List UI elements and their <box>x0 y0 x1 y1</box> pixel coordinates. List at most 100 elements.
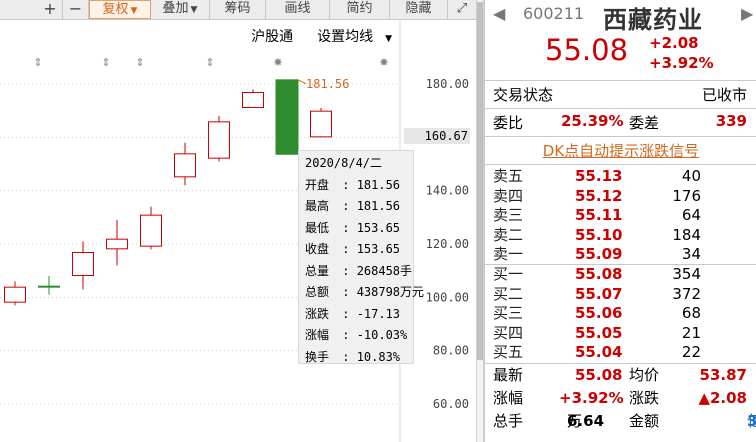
bid-row[interactable]: 买二 55.07 372 <box>485 285 756 304</box>
event-marker-icon: ⇕ <box>33 56 42 69</box>
tooltip-key: 收盘 <box>305 242 330 256</box>
book-price: 55.04 <box>575 343 623 361</box>
y-tick-label: 140.00 <box>426 184 469 198</box>
candle-body <box>174 153 196 178</box>
book-level-label: 买五 <box>493 343 524 361</box>
y-tick-label: 60.00 <box>433 397 469 411</box>
weicha-label: 委差 <box>629 114 660 132</box>
overlay-dropdown[interactable]: 叠加 ▼ <box>151 0 210 19</box>
price-change: +2.08 <box>649 34 699 52</box>
candle-body <box>106 238 128 250</box>
book-level-label: 买三 <box>493 304 524 322</box>
tooltip-sep: : <box>335 349 357 364</box>
tooltip-key: 最低 <box>305 220 330 235</box>
ma-setting-label: 设置均线 <box>317 29 374 45</box>
chart-subbar: 沪股通 设置均线 ▼ <box>239 26 392 46</box>
ma-setting-dropdown[interactable]: 设置均线 ▼ <box>305 29 392 45</box>
book-volume: 22 <box>681 343 701 361</box>
tooltip-key: 涨跌 <box>305 306 330 321</box>
bid-row[interactable]: 买四 55.05 21 <box>485 324 756 343</box>
book-volume: 64 <box>681 206 701 224</box>
tooltip-sep: : <box>335 220 357 235</box>
book-volume: 21 <box>681 323 701 342</box>
trade-status-label: 交易状态 <box>493 86 554 104</box>
weibi-value: 25.39% <box>561 112 624 130</box>
candle-body <box>242 92 264 108</box>
book-price: 55.13 <box>575 167 623 185</box>
tooltip-sep: : <box>335 263 357 278</box>
latest-value: 55.08 <box>575 366 623 384</box>
caret-down-icon: ▼ <box>385 34 392 44</box>
tooltip-row: 涨幅 : -10.03% <box>305 325 407 347</box>
candle-body <box>140 214 162 247</box>
next-stock-icon[interactable]: ▶ <box>741 4 753 23</box>
weibi-row: 委比 25.39% 委差 339 <box>485 112 756 134</box>
y-tick-label: 80.00 <box>433 344 469 358</box>
drawline-button[interactable]: 画线 <box>266 0 330 19</box>
book-volume: 184 <box>672 225 701 244</box>
prev-stock-icon[interactable]: ◀ <box>493 4 505 23</box>
tooltip-key: 换手 <box>305 349 330 364</box>
chart-scrollbar[interactable] <box>476 0 484 442</box>
tooltip-sep: : <box>335 199 357 213</box>
ask-row[interactable]: 卖五 55.13 40 <box>485 167 756 186</box>
stock-name: 西藏药业 <box>603 6 703 34</box>
tooltip-value: -17.13 <box>356 306 401 321</box>
event-marker-icon: ⇕ <box>205 56 214 69</box>
avg-value: 53.87 <box>699 366 747 384</box>
scrollbar-thumb[interactable] <box>477 2 483 360</box>
book-price: 55.08 <box>575 265 623 283</box>
caret-down-icon: ▼ <box>130 6 138 16</box>
ask-row[interactable]: 卖三 55.11 64 <box>485 206 756 225</box>
quote-header: ◀ 600211 西藏药业 ▶ 55.08 +2.08 +3.92% <box>485 0 756 80</box>
kline-chart-area[interactable]: 180.00 140.00 120.00 100.00 80.00 60.00 ⇕ ⇕ ⇕ ⇕ ✸ ✸… <box>0 0 476 442</box>
fuquan-dropdown[interactable]: 复权 ▼ <box>89 0 151 19</box>
event-star-icon: ✸ <box>379 56 388 69</box>
tooltip-value: 268458手 <box>356 263 413 278</box>
book-volume: 68 <box>681 304 701 322</box>
chart-toolbar: + − 复权 ▼ 叠加 ▼ 筹码 画线 简约 隐藏 ⤢ <box>0 0 476 20</box>
dk-signal-link[interactable]: DK点自动提示涨跌信号 <box>485 140 756 161</box>
book-level-label: 卖三 <box>493 206 524 224</box>
tooltip-key: 开盘 <box>305 177 330 192</box>
tooltip-sep: : <box>335 328 357 342</box>
pct-value: +3.92% <box>559 389 624 407</box>
brief-button[interactable]: 简约 <box>330 0 390 19</box>
stat-row-latest: 最新 55.08 均价 53.87 <box>485 364 756 386</box>
price-change-percent: +3.92% <box>649 54 714 72</box>
stock-code: 600211 <box>523 4 585 23</box>
candle-tooltip: 2020/8/4/二 开盘 : 181.56 最高 : 181.56 最低 : 15… <box>298 150 424 364</box>
tooltip-row: 收盘 : 153.65 <box>305 239 407 261</box>
bid-row[interactable]: 买五 55.04 22 <box>485 343 756 362</box>
book-level-label: 卖四 <box>493 186 524 205</box>
zoom-out-button[interactable]: − <box>63 0 89 19</box>
hide-button[interactable]: 隐藏 <box>390 0 448 19</box>
chips-button[interactable]: 筹码 <box>210 0 266 19</box>
candle-body <box>310 110 332 138</box>
expand-icon[interactable]: ⤢ <box>448 0 476 19</box>
tooltip-sep: : <box>335 306 357 321</box>
tooltip-sep: : <box>335 242 357 256</box>
high-marker-line <box>297 79 307 85</box>
pct-label: 涨幅 <box>493 389 524 407</box>
hsgt-link[interactable]: 沪股通 <box>251 29 293 45</box>
ask-row[interactable]: 卖二 55.10 184 <box>485 226 756 245</box>
divider <box>485 136 756 137</box>
book-level-label: 买一 <box>493 265 524 283</box>
bid-row[interactable]: 买一 55.08 354 <box>485 265 756 284</box>
last-price: 55.08 <box>545 33 629 67</box>
tooltip-rows: 开盘 : 181.56 最高 : 181.56 最低 : 153.65 收盘 : 15… <box>305 175 424 369</box>
trade-status-row: 交易状态 已收市 <box>485 84 756 106</box>
volume-unit: 万 <box>567 412 583 430</box>
amount-unit: 亿 <box>747 410 756 432</box>
fuquan-label: 复权 <box>102 2 129 17</box>
ask-row[interactable]: 卖四 55.12 176 <box>485 187 756 206</box>
tooltip-date: 2020/8/4/二 <box>305 156 383 170</box>
zoom-in-button[interactable]: + <box>38 0 63 19</box>
book-price: 55.11 <box>575 206 623 224</box>
y-tick-label: 180.00 <box>426 77 469 91</box>
bid-row[interactable]: 买三 55.06 68 <box>485 304 756 323</box>
ask-row[interactable]: 卖一 55.09 34 <box>485 245 756 264</box>
book-price: 55.09 <box>575 245 623 263</box>
current-price-tag: 160.67 <box>404 127 470 144</box>
